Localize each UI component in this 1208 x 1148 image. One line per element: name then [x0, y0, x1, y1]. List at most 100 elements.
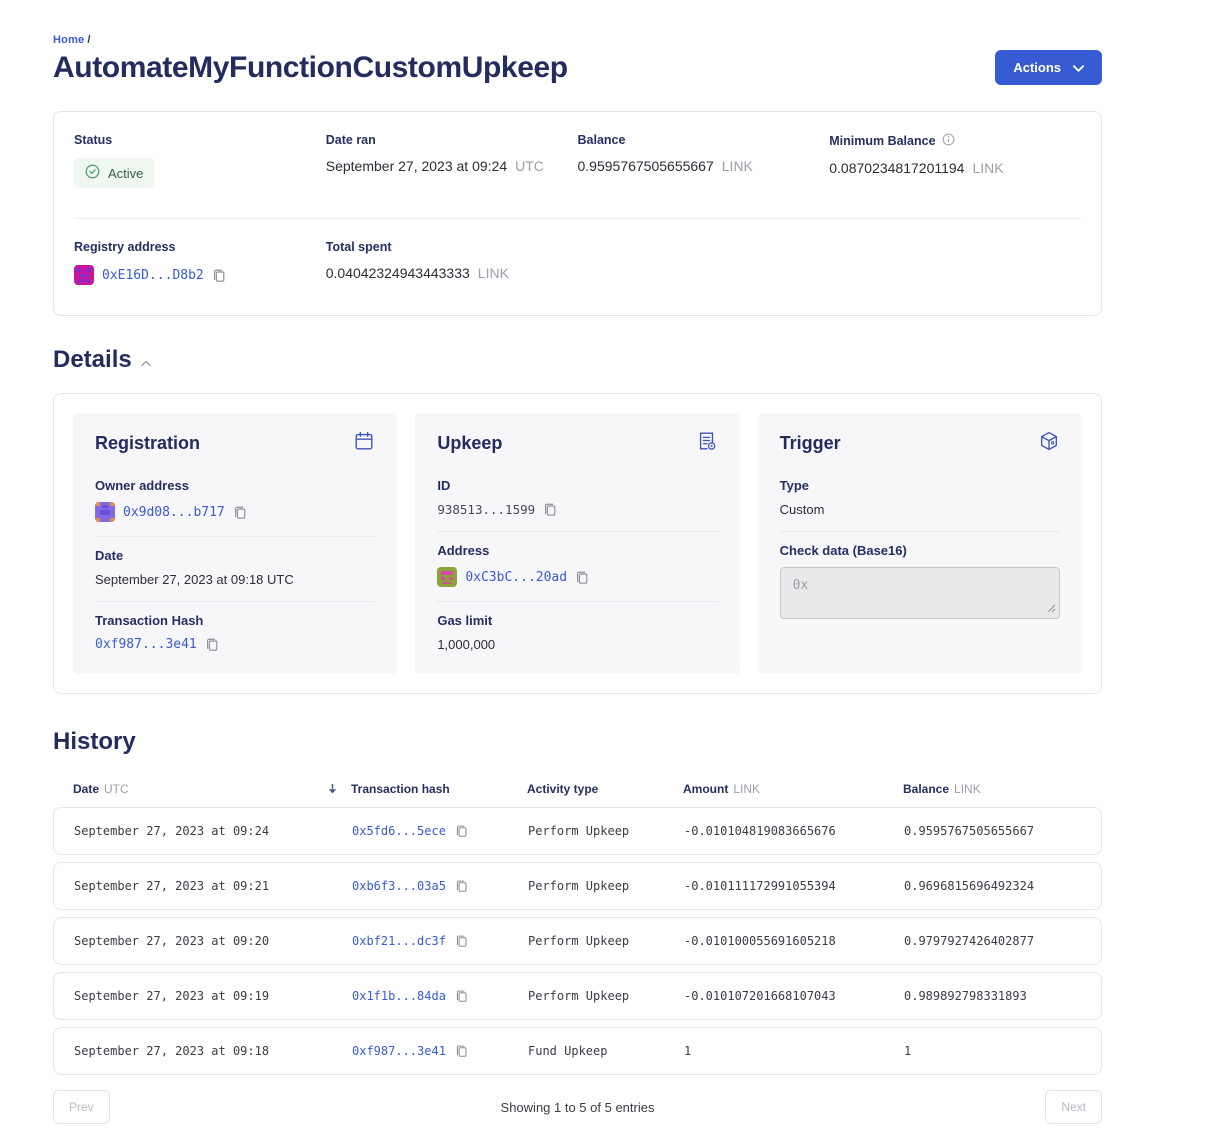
copy-icon[interactable] [455, 879, 468, 893]
chevron-up-icon[interactable] [141, 346, 151, 374]
column-activity-type[interactable]: Activity type [527, 782, 683, 796]
date-ran-label: Date ran [326, 133, 578, 147]
copy-icon[interactable] [455, 934, 468, 948]
total-spent-value: 0.04042324943443333 [326, 265, 470, 281]
row-amount: -0.010104819083665676 [684, 824, 904, 838]
row-activity-type: Perform Upkeep [528, 879, 684, 893]
balance-field: Balance 0.9595767505655667 LINK [578, 133, 830, 188]
date-ran-suffix: UTC [515, 158, 544, 174]
copy-icon[interactable] [455, 989, 468, 1003]
column-date-suffix: UTC [104, 782, 129, 796]
actions-button[interactable]: Actions [995, 50, 1102, 85]
copy-icon[interactable] [455, 1044, 468, 1058]
details-heading-text: Details [53, 346, 132, 374]
breadcrumb-home-link[interactable]: Home [53, 34, 84, 46]
copy-icon[interactable] [575, 570, 589, 585]
trigger-type-label: Type [780, 478, 1060, 493]
pagination-summary: Showing 1 to 5 of 5 entries [110, 1100, 1046, 1115]
registration-date-label: Date [95, 548, 375, 563]
gas-limit-label: Gas limit [437, 613, 717, 628]
check-data-textarea[interactable] [780, 567, 1060, 619]
upkeep-id-field: ID 938513...1599 [437, 467, 717, 532]
page-title: AutomateMyFunctionCustomUpkeep [53, 51, 568, 85]
balance-suffix: LINK [722, 158, 753, 174]
prev-button[interactable]: Prev [53, 1090, 110, 1124]
check-circle-icon [85, 164, 100, 182]
row-activity-type: Perform Upkeep [528, 989, 684, 1003]
title-bar: AutomateMyFunctionCustomUpkeep Actions [53, 50, 1102, 85]
actions-button-label: Actions [1013, 60, 1061, 75]
owner-address-label: Owner address [95, 478, 375, 493]
gas-limit-value: 1,000,000 [437, 637, 717, 652]
history-heading: History [53, 728, 1102, 756]
copy-icon[interactable] [205, 637, 219, 652]
status-value: Active [108, 166, 143, 181]
cube-icon [1038, 430, 1060, 457]
transaction-hash-link[interactable]: 0xf987...3e41 [95, 637, 197, 652]
column-transaction-hash[interactable]: Transaction hash [351, 782, 527, 796]
row-activity-type: Perform Upkeep [528, 824, 684, 838]
row-balance: 0.9595767505655667 [904, 824, 1081, 838]
status-field: Status Active [74, 133, 326, 188]
registry-label: Registry address [74, 240, 326, 254]
row-hash-link[interactable]: 0xbf21...dc3f [352, 934, 446, 948]
total-spent-suffix: LINK [478, 265, 509, 281]
row-hash-link[interactable]: 0x1f1b...84da [352, 989, 446, 1003]
column-date[interactable]: Date UTC [73, 782, 351, 796]
min-balance-value: 0.0870234817201194 [829, 160, 964, 176]
upkeep-id-label: ID [437, 478, 717, 493]
info-icon[interactable] [942, 133, 955, 149]
next-button[interactable]: Next [1045, 1090, 1102, 1124]
upkeep-address-identicon [437, 567, 457, 587]
row-balance: 0.9797927426402877 [904, 934, 1081, 948]
balance-value: 0.9595767505655667 [578, 158, 714, 174]
row-hash-link[interactable]: 0xf987...3e41 [352, 1044, 446, 1058]
row-balance: 0.989892798331893 [904, 989, 1081, 1003]
summary-row-1: Status Active Date ran September 27, 202… [74, 112, 1081, 219]
summary-row-2: Registry address 0xE16D...D8b2 Total spe… [74, 219, 1081, 315]
chevron-down-icon [1073, 60, 1084, 75]
row-date: September 27, 2023 at 09:21 [74, 879, 352, 893]
min-balance-field: Minimum Balance 0.0870234817201194 LINK [829, 133, 1081, 188]
balance-label: Balance [578, 133, 830, 147]
pagination: Prev Showing 1 to 5 of 5 entries Next [53, 1090, 1102, 1124]
table-row: September 27, 2023 at 09:24 0x5fd6...5ec… [53, 807, 1102, 855]
copy-icon[interactable] [233, 505, 247, 520]
upkeep-address-link[interactable]: 0xC3bC...20ad [465, 570, 567, 585]
owner-address-link[interactable]: 0x9d08...b717 [123, 505, 225, 520]
registration-date-field: Date September 27, 2023 at 09:18 UTC [95, 537, 375, 602]
column-balance[interactable]: Balance LINK [903, 782, 1082, 796]
row-activity-type: Fund Upkeep [528, 1044, 684, 1058]
row-balance: 0.9696815696492324 [904, 879, 1081, 893]
trigger-type-value: Custom [780, 502, 1060, 517]
registry-address-link[interactable]: 0xE16D...D8b2 [102, 268, 204, 283]
date-ran-field: Date ran September 27, 2023 at 09:24UTC [326, 133, 578, 188]
row-hash-link[interactable]: 0x5fd6...5ece [352, 824, 446, 838]
check-data-field: Check data (Base16) [780, 532, 1060, 626]
copy-icon[interactable] [212, 268, 226, 283]
upkeep-address-label: Address [437, 543, 717, 558]
row-amount: 1 [684, 1044, 904, 1058]
history-table-body: September 27, 2023 at 09:24 0x5fd6...5ec… [53, 807, 1102, 1075]
page: Home/ AutomateMyFunctionCustomUpkeep Act… [0, 0, 1208, 1148]
row-date: September 27, 2023 at 09:24 [74, 824, 352, 838]
calendar-icon [353, 430, 375, 457]
owner-identicon [95, 502, 115, 522]
sort-descending-icon[interactable] [328, 784, 337, 794]
min-balance-label: Minimum Balance [829, 134, 935, 148]
registration-title: Registration [95, 433, 200, 454]
registry-identicon [74, 265, 94, 285]
row-hash-link[interactable]: 0xb6f3...03a5 [352, 879, 446, 893]
copy-icon[interactable] [455, 824, 468, 838]
resize-grip-icon[interactable] [1047, 600, 1056, 618]
row-activity-type: Perform Upkeep [528, 934, 684, 948]
row-amount: -0.010107201668107043 [684, 989, 904, 1003]
registration-card: Registration Owner address 0x9d08...b717 [73, 413, 397, 674]
min-balance-suffix: LINK [972, 160, 1003, 176]
transaction-hash-label: Transaction Hash [95, 613, 375, 628]
history-table-header: Date UTC Transaction hash Activity type … [53, 782, 1102, 796]
transaction-hash-field: Transaction Hash 0xf987...3e41 [95, 602, 375, 654]
column-date-label: Date [73, 782, 99, 796]
column-amount[interactable]: Amount LINK [683, 782, 903, 796]
copy-icon[interactable] [543, 502, 557, 517]
